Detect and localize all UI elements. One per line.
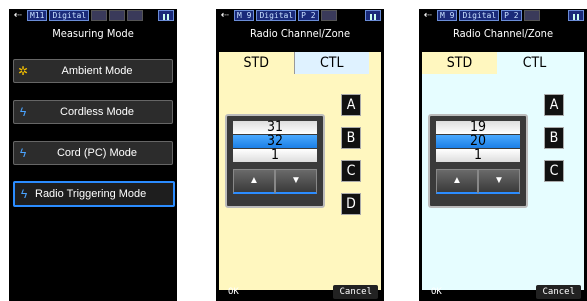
status-mode: M11 (27, 10, 48, 21)
channel-picker[interactable]: 31 32 1 ▲ ▼ (225, 114, 325, 208)
cordless-mode-button[interactable]: ϟ Cordless Mode (13, 100, 173, 124)
status-page: P 2 (298, 10, 319, 21)
tab-std[interactable]: STD (422, 52, 497, 74)
cancel-button[interactable]: Cancel (333, 285, 378, 299)
footer: OK Cancel (419, 283, 587, 301)
status-mode: M 9 (234, 10, 255, 21)
usb-icon: ⇠ (220, 9, 230, 21)
menu-item-label: Radio Triggering Mode (35, 188, 147, 200)
radio-triggering-mode-button[interactable]: ϟ Radio Triggering Mode (13, 181, 175, 207)
tab-ctl[interactable]: CTL (293, 52, 369, 74)
ok-button[interactable]: OK (222, 285, 245, 299)
channel-panel: STD CTL 31 32 1 ▲ ▼ A B C D (219, 52, 381, 290)
menu-item-label: Cordless Mode (60, 106, 134, 118)
battery-icon (365, 10, 381, 21)
channel-below: 1 (233, 148, 317, 162)
tab-bar: STD CTL (422, 52, 572, 74)
tab-std[interactable]: STD (219, 52, 294, 74)
status-slot (320, 10, 337, 21)
status-label: Digital (49, 10, 90, 21)
ambient-mode-button[interactable]: ✲ Ambient Mode (13, 59, 173, 83)
tab-bar: STD CTL (219, 52, 369, 74)
zone-b-button[interactable]: B (544, 127, 564, 149)
cancel-button[interactable]: Cancel (536, 285, 581, 299)
status-bar: ⇠ M11 Digital (9, 9, 177, 22)
channel-below: 1 (436, 148, 520, 162)
cord-pc-mode-button[interactable]: ϟ Cord (PC) Mode (13, 141, 173, 165)
channel-down-button[interactable]: ▼ (478, 169, 520, 194)
page-title: Radio Channel/Zone (249, 27, 351, 40)
flash-radio-icon: ϟ (20, 187, 28, 201)
zone-d-button[interactable]: D (341, 193, 361, 215)
channel-up-button[interactable]: ▲ (233, 169, 275, 194)
channel-panel: STD CTL 19 20 1 ▲ ▼ A B C (422, 52, 584, 290)
usb-icon: ⇠ (423, 9, 433, 21)
status-label: Digital (459, 10, 500, 21)
status-bar: ⇠ M 9 Digital P 2 (419, 9, 587, 22)
radio-channel-std-screen: ⇠ M 9 Digital P 2 Radio Channel/Zone STD… (216, 9, 384, 301)
channel-picker[interactable]: 19 20 1 ▲ ▼ (428, 114, 528, 208)
flash-icon: ϟ (19, 105, 27, 119)
zone-c-button[interactable]: C (544, 160, 564, 182)
flash-cord-icon: ϟ (19, 146, 27, 160)
page-title: Measuring Mode (52, 27, 134, 40)
tab-ctl[interactable]: CTL (497, 52, 572, 74)
battery-icon (568, 10, 584, 21)
zone-a-button[interactable]: A (544, 94, 564, 116)
status-label: Digital (256, 10, 297, 21)
status-slot (523, 10, 540, 21)
menu-item-label: Cord (PC) Mode (56, 147, 138, 159)
status-page: P 2 (501, 10, 522, 21)
zone-c-button[interactable]: C (341, 160, 361, 182)
footer: OK Cancel (216, 283, 384, 301)
status-mode: M 9 (437, 10, 458, 21)
status-bar: ⇠ M 9 Digital P 2 (216, 9, 384, 22)
menu-item-label: Ambient Mode (61, 65, 133, 77)
ok-button[interactable]: OK (425, 285, 448, 299)
status-slot (91, 10, 108, 21)
status-slot (127, 10, 144, 21)
channel-up-button[interactable]: ▲ (436, 169, 478, 194)
zone-b-button[interactable]: B (341, 127, 361, 149)
zone-a-button[interactable]: A (341, 94, 361, 116)
status-slot (109, 10, 126, 21)
battery-icon (158, 10, 174, 21)
usb-icon: ⇠ (13, 9, 23, 21)
radio-channel-ctl-screen: ⇠ M 9 Digital P 2 Radio Channel/Zone STD… (419, 9, 587, 301)
page-title: Radio Channel/Zone (452, 27, 554, 40)
measuring-mode-screen: ⇠ M11 Digital Measuring Mode ✲ Ambient M… (9, 9, 177, 301)
sun-icon: ✲ (17, 64, 29, 78)
channel-down-button[interactable]: ▼ (275, 169, 317, 194)
